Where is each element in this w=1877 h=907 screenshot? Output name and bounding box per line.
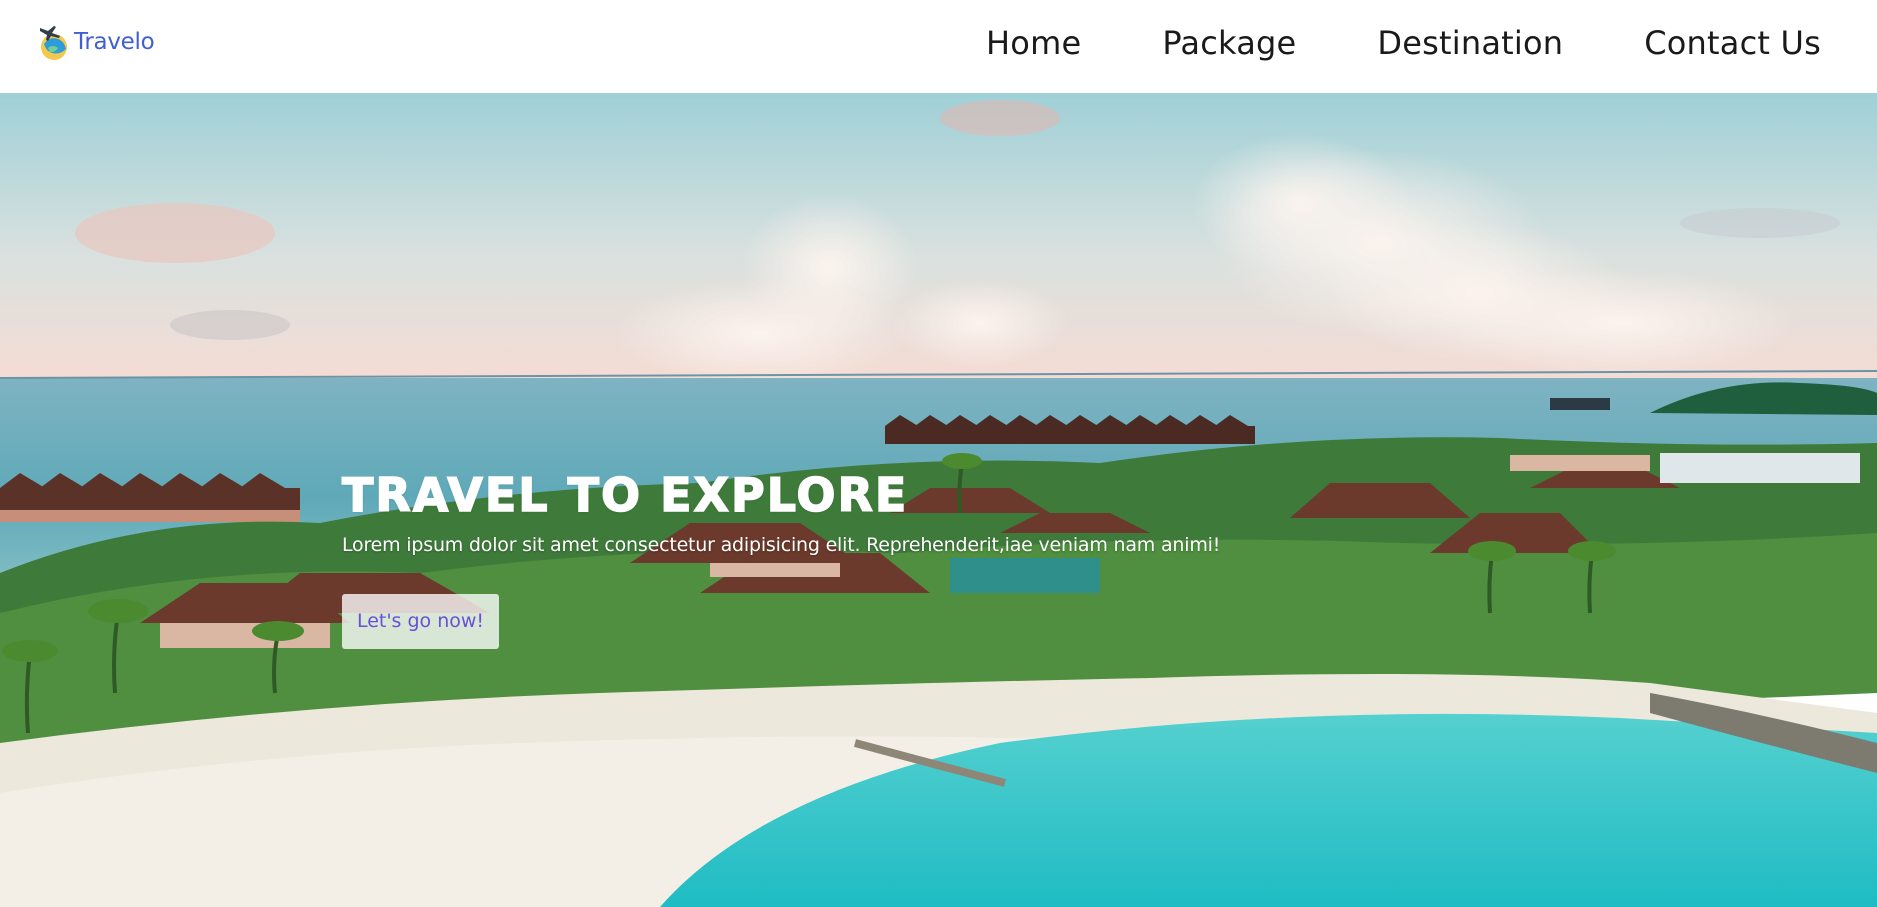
nav-item-contact: Contact Us [1644, 24, 1821, 62]
nav-item-home: Home [986, 24, 1081, 62]
brand-name: Travelo [74, 29, 155, 55]
hero-section: TRAVEL TO EXPLORE Lorem ipsum dolor sit … [0, 93, 1877, 907]
hero-title: TRAVEL TO EXPLORE [341, 467, 909, 523]
main-nav: Home Package Destination Contact Us [986, 24, 1821, 62]
globe-plane-icon [40, 26, 67, 60]
nav-link-contact-us[interactable]: Contact Us [1644, 24, 1821, 62]
brand-link[interactable]: Travelo [38, 22, 155, 62]
hero-subtitle: Lorem ipsum dolor sit amet consectetur a… [342, 534, 1221, 556]
nav-item-package: Package [1162, 24, 1296, 62]
lets-go-now-button[interactable]: Let's go now! [342, 594, 499, 649]
nav-link-destination[interactable]: Destination [1377, 24, 1563, 62]
nav-link-package[interactable]: Package [1162, 24, 1296, 62]
nav-item-destination: Destination [1377, 24, 1563, 62]
top-navbar: Travelo Home Package Destination Contact… [0, 0, 1877, 93]
nav-link-home[interactable]: Home [986, 24, 1081, 62]
hero-content: TRAVEL TO EXPLORE Lorem ipsum dolor sit … [341, 467, 1221, 649]
